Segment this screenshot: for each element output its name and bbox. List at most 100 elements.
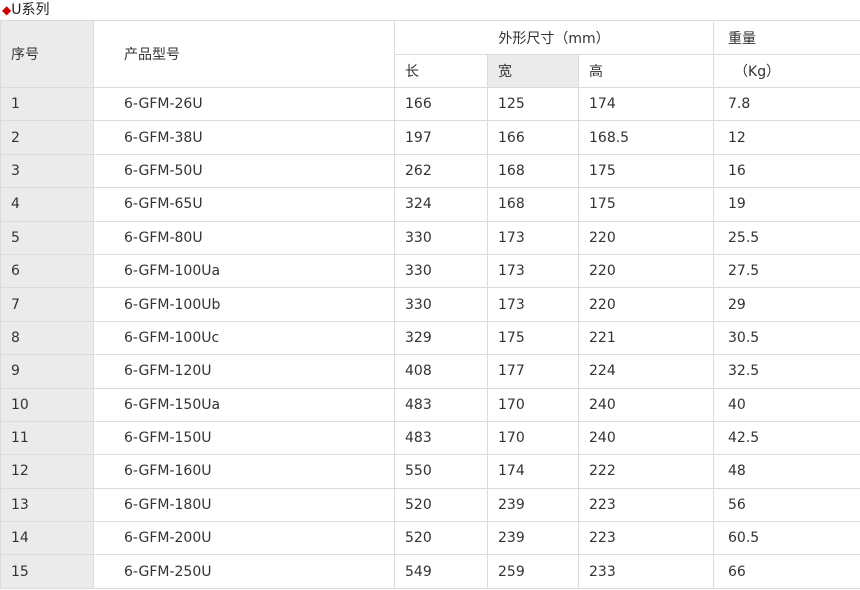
cell-length: 408 — [394, 354, 488, 389]
cell-seq: 10 — [0, 387, 94, 422]
table-row: 2 6-GFM-38U 197 166 168.5 12 — [0, 120, 860, 155]
header-width: 宽 — [487, 54, 579, 88]
product-spec-table: 序号 产品型号 外形尺寸（mm） 重量 长 宽 高 （Kg） 1 6-GFM-26… — [0, 20, 860, 589]
cell-length: 324 — [394, 187, 488, 222]
cell-seq: 12 — [0, 454, 94, 489]
cell-weight: 27.5 — [713, 253, 860, 289]
cell-weight: 30.5 — [713, 320, 860, 356]
cell-seq: 1 — [0, 86, 94, 122]
table-row: 3 6-GFM-50U 262 168 175 16 — [0, 153, 860, 189]
cell-height: 223 — [577, 521, 715, 556]
cell-model: 6-GFM-80U — [93, 220, 395, 255]
cell-height: 220 — [577, 253, 715, 289]
cell-length: 329 — [394, 320, 488, 356]
header-height: 高 — [577, 54, 715, 88]
cell-width: 173 — [487, 253, 579, 289]
cell-model: 6-GFM-180U — [93, 487, 395, 523]
cell-seq: 15 — [0, 554, 94, 589]
cell-length: 483 — [394, 420, 488, 456]
cell-model: 6-GFM-50U — [93, 153, 395, 189]
cell-model: 6-GFM-100Uc — [93, 320, 395, 356]
cell-length: 166 — [394, 86, 488, 122]
section-title-text: U系列 — [11, 2, 50, 18]
cell-weight: 7.8 — [713, 86, 860, 122]
cell-width: 170 — [487, 420, 579, 456]
cell-length: 330 — [394, 253, 488, 289]
cell-weight: 12 — [713, 120, 860, 155]
cell-seq: 13 — [0, 487, 94, 523]
table-row: 6 6-GFM-100Ua 330 173 220 27.5 — [0, 253, 860, 289]
cell-weight: 29 — [713, 287, 860, 322]
header-row-1: 序号 产品型号 外形尺寸（mm） 重量 — [0, 20, 860, 88]
cell-model: 6-GFM-26U — [93, 86, 395, 122]
cell-width: 170 — [487, 387, 579, 422]
header-seq: 序号 — [0, 20, 94, 88]
cell-width: 239 — [487, 487, 579, 523]
cell-width: 177 — [487, 354, 579, 389]
cell-length: 483 — [394, 387, 488, 422]
header-length: 长 — [394, 54, 488, 88]
cell-weight: 40 — [713, 387, 860, 422]
cell-length: 330 — [394, 287, 488, 322]
cell-seq: 3 — [0, 153, 94, 189]
table-row: 5 6-GFM-80U 330 173 220 25.5 — [0, 220, 860, 255]
cell-weight: 32.5 — [713, 354, 860, 389]
cell-model: 6-GFM-100Ub — [93, 287, 395, 322]
cell-length: 197 — [394, 120, 488, 155]
cell-length: 550 — [394, 454, 488, 489]
table-row: 10 6-GFM-150Ua 483 170 240 40 — [0, 387, 860, 422]
cell-width: 166 — [487, 120, 579, 155]
cell-weight: 25.5 — [713, 220, 860, 255]
cell-height: 223 — [577, 487, 715, 523]
cell-model: 6-GFM-120U — [93, 354, 395, 389]
cell-height: 175 — [577, 153, 715, 189]
cell-model: 6-GFM-100Ua — [93, 253, 395, 289]
cell-seq: 11 — [0, 420, 94, 456]
cell-weight: 60.5 — [713, 521, 860, 556]
table-row: 13 6-GFM-180U 520 239 223 56 — [0, 487, 860, 523]
cell-height: 220 — [577, 220, 715, 255]
cell-length: 520 — [394, 521, 488, 556]
cell-width: 173 — [487, 220, 579, 255]
cell-width: 125 — [487, 86, 579, 122]
cell-width: 175 — [487, 320, 579, 356]
cell-length: 520 — [394, 487, 488, 523]
cell-length: 549 — [394, 554, 488, 589]
cell-model: 6-GFM-250U — [93, 554, 395, 589]
cell-seq: 7 — [0, 287, 94, 322]
diamond-icon: ◆ — [2, 3, 12, 17]
cell-width: 259 — [487, 554, 579, 589]
cell-model: 6-GFM-38U — [93, 120, 395, 155]
cell-weight: 48 — [713, 454, 860, 489]
cell-model: 6-GFM-150Ua — [93, 387, 395, 422]
header-dimensions: 外形尺寸（mm） — [393, 20, 715, 55]
cell-height: 168.5 — [577, 120, 715, 155]
cell-seq: 14 — [0, 521, 94, 556]
cell-weight: 66 — [713, 554, 860, 589]
cell-width: 239 — [487, 521, 579, 556]
cell-weight: 16 — [713, 153, 860, 189]
cell-seq: 9 — [0, 354, 94, 389]
cell-height: 240 — [577, 387, 715, 422]
cell-height: 240 — [577, 420, 715, 456]
cell-height: 174 — [577, 86, 715, 122]
table-row: 9 6-GFM-120U 408 177 224 32.5 — [0, 354, 860, 389]
table-row: 1 6-GFM-26U 166 125 174 7.8 — [0, 86, 860, 122]
cell-seq: 8 — [0, 320, 94, 356]
cell-model: 6-GFM-160U — [93, 454, 395, 489]
cell-width: 174 — [487, 454, 579, 489]
table-row: 12 6-GFM-160U 550 174 222 48 — [0, 454, 860, 489]
cell-weight: 19 — [713, 187, 860, 222]
header-weight-unit: （Kg） — [713, 54, 860, 88]
table-row: 15 6-GFM-250U 549 259 233 66 — [0, 554, 860, 589]
cell-seq: 4 — [0, 187, 94, 222]
cell-height: 220 — [577, 287, 715, 322]
header-weight: 重量 — [713, 20, 860, 55]
cell-width: 168 — [487, 187, 579, 222]
table-row: 8 6-GFM-100Uc 329 175 221 30.5 — [0, 320, 860, 356]
section-title: ◆U系列 — [0, 0, 860, 20]
cell-seq: 2 — [0, 120, 94, 155]
cell-height: 233 — [577, 554, 715, 589]
cell-height: 221 — [577, 320, 715, 356]
cell-length: 262 — [394, 153, 488, 189]
